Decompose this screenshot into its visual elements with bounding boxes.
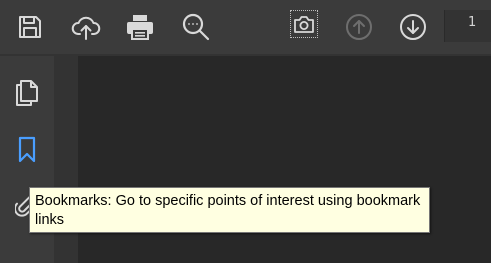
camera-icon bbox=[294, 16, 314, 33]
upload-cloud-icon bbox=[71, 16, 101, 40]
sidebar-item-bookmarks[interactable] bbox=[8, 131, 46, 169]
pages-icon bbox=[16, 80, 38, 106]
next-page-button[interactable] bbox=[394, 8, 432, 46]
print-icon bbox=[127, 15, 153, 40]
save-icon bbox=[19, 16, 41, 38]
find-icon bbox=[182, 13, 210, 41]
upload-button[interactable] bbox=[67, 8, 105, 46]
arrow-up-circle-icon bbox=[346, 14, 372, 40]
bookmark-icon bbox=[18, 136, 36, 163]
main-toolbar: 1 bbox=[0, 0, 491, 56]
sidebar-item-pages[interactable] bbox=[8, 74, 46, 112]
snapshot-button[interactable] bbox=[290, 10, 318, 38]
save-button[interactable] bbox=[11, 8, 49, 46]
print-button[interactable] bbox=[121, 8, 159, 46]
arrow-down-circle-icon bbox=[400, 14, 426, 40]
bookmarks-tooltip: Bookmarks: Go to specific points of inte… bbox=[29, 187, 430, 233]
page-number-value: 1 bbox=[468, 15, 477, 30]
previous-page-button[interactable] bbox=[340, 8, 378, 46]
find-button[interactable] bbox=[177, 8, 215, 46]
